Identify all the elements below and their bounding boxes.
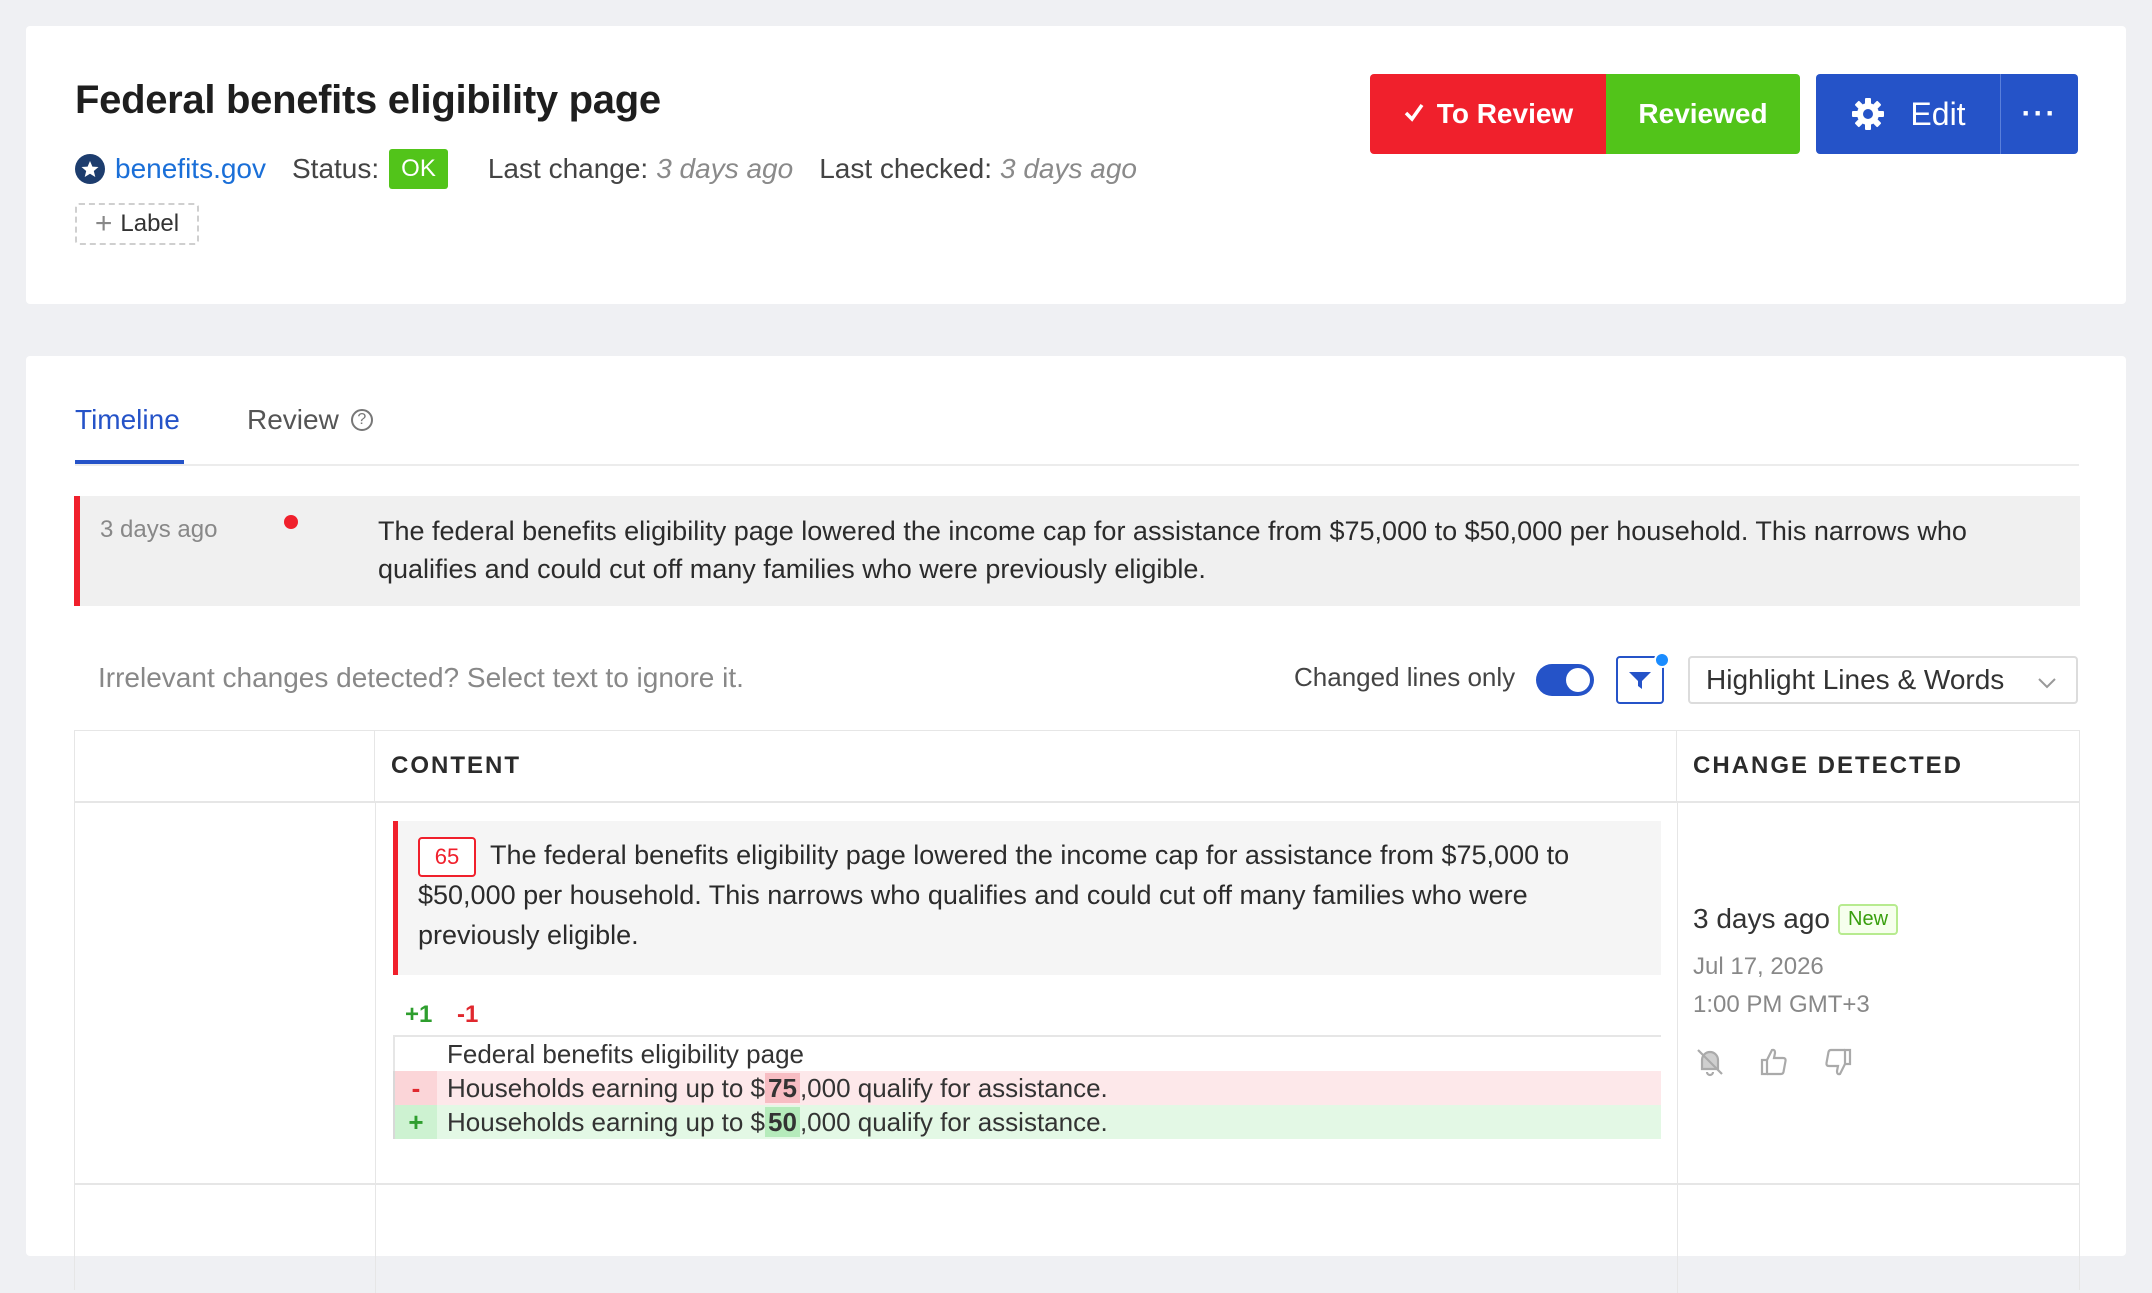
new-badge: New [1838, 903, 1899, 935]
reviewed-label: Reviewed [1638, 98, 1768, 129]
diff-line-context: Federal benefits eligibility page [393, 1037, 1661, 1071]
active-tab-indicator [75, 460, 184, 464]
added-count: +1 [405, 1001, 433, 1028]
more-icon: ··· [2021, 97, 2058, 130]
help-icon[interactable]: ? [350, 409, 373, 431]
diff-line-removed: - Households earning up to $75,000 quali… [393, 1071, 1661, 1105]
diff-removed-before: Households earning up to $ [447, 1072, 766, 1103]
toggle-knob [1566, 668, 1590, 692]
add-label-button[interactable]: + Label [75, 203, 199, 245]
detected-date: Jul 17, 2026 [1693, 953, 1824, 980]
highlight-mode-select[interactable]: Highlight Lines & Words [1688, 656, 2078, 704]
diff-removed-word: 75 [765, 1072, 800, 1103]
line-number-badge: 65 [418, 837, 476, 877]
diff-text: Federal benefits eligibility page [447, 1038, 804, 1069]
filter-active-dot [1654, 652, 1670, 668]
more-button[interactable]: ··· [2000, 74, 2078, 154]
diff-removed-after: ,000 qualify for assistance. [799, 1072, 1108, 1103]
page-meta: benefits.gov Status: OK Last change: 3 d… [75, 144, 1163, 194]
ignore-hint: Irrelevant changes detected? Select text… [98, 662, 744, 693]
page-title: Federal benefits eligibility page [75, 78, 661, 122]
column-header-change-detected: CHANGE DETECTED [1677, 731, 2079, 803]
edit-button-group: Edit ··· [1816, 74, 2078, 154]
highlight-mode-value: Highlight Lines & Words [1706, 664, 2005, 695]
page-header-card: Federal benefits eligibility page benefi… [26, 26, 2126, 304]
changes-table: CONTENT CHANGE DETECTED The federal bene… [74, 730, 2080, 1293]
diff-added-after: ,000 qualify for assistance. [799, 1106, 1108, 1137]
tab-review-label: Review [247, 404, 339, 435]
changed-lines-label: Changed lines only [1294, 662, 1516, 692]
diff-sign [393, 1037, 437, 1071]
diff-sign-added: + [393, 1105, 437, 1139]
to-review-button[interactable]: To Review [1370, 74, 1606, 154]
tab-timeline[interactable]: Timeline [75, 404, 180, 436]
column-divider [1677, 803, 1678, 1293]
chevron-down-icon [2036, 668, 2058, 700]
last-change-value: 3 days ago [656, 153, 794, 184]
column-header-content: CONTENT [375, 731, 1677, 803]
detected-relative-time: 3 days ago New [1693, 903, 1899, 935]
unread-dot-icon [284, 515, 298, 529]
change-block[interactable]: The federal benefits eligibility page lo… [393, 821, 1661, 975]
to-review-label: To Review [1436, 98, 1574, 129]
checkmark-icon [1403, 98, 1425, 130]
row-divider [75, 1183, 2079, 1185]
diff-counts: +1 -1 [405, 1001, 478, 1029]
status-badge: OK [389, 149, 448, 189]
site-star-icon [75, 154, 105, 184]
tab-bar: Timeline Review ? [75, 380, 2079, 466]
mute-notification-icon[interactable] [1693, 1045, 1727, 1079]
thumbs-up-icon[interactable] [1757, 1045, 1791, 1079]
change-text: The federal benefits eligibility page lo… [418, 840, 1570, 950]
summary-text: The federal benefits eligibility page lo… [378, 516, 1967, 584]
diff-text-removed: Households earning up to $75,000 qualify… [437, 1072, 1108, 1104]
diff-added-before: Households earning up to $ [447, 1106, 766, 1137]
review-button-group: To Review Reviewed [1370, 74, 1800, 154]
diff-text-added: Households earning up to $50,000 qualify… [437, 1106, 1108, 1138]
tab-review[interactable]: Review ? [247, 404, 373, 436]
removed-count: -1 [457, 1001, 479, 1028]
plus-icon: + [94, 207, 113, 240]
diff-line-added: + Households earning up to $50,000 quali… [393, 1105, 1661, 1139]
reviewed-button[interactable]: Reviewed [1606, 74, 1800, 154]
add-label-text: Label [120, 210, 180, 237]
status-label: Status: [292, 153, 380, 184]
change-actions [1693, 1045, 1885, 1079]
change-summary[interactable]: 3 days ago The federal benefits eligibil… [74, 496, 2080, 606]
thumbs-down-icon[interactable] [1821, 1045, 1855, 1079]
changed-lines-toggle[interactable] [1536, 664, 1594, 696]
last-change-label: Last change: [487, 153, 649, 184]
column-header-empty [75, 731, 375, 803]
detected-relative-text: 3 days ago [1693, 903, 1830, 934]
gear-icon [1852, 98, 1885, 130]
diff-sign-removed: - [393, 1071, 437, 1105]
detected-time: 1:00 PM GMT+3 [1693, 991, 1870, 1018]
last-checked-value: 3 days ago [999, 153, 1137, 184]
last-checked-label: Last checked: [819, 153, 992, 184]
edit-label: Edit [1910, 95, 1966, 132]
summary-time: 3 days ago [100, 516, 218, 543]
site-link[interactable]: benefits.gov [115, 153, 266, 185]
main-card: Timeline Review ? 3 days ago The federal… [26, 356, 2126, 1293]
column-divider [375, 803, 376, 1293]
diff-added-word: 50 [765, 1106, 800, 1137]
diff-view: Federal benefits eligibility page - Hous… [393, 1035, 1661, 1139]
filter-icon [1629, 672, 1651, 689]
edit-button[interactable]: Edit [1816, 74, 2000, 154]
